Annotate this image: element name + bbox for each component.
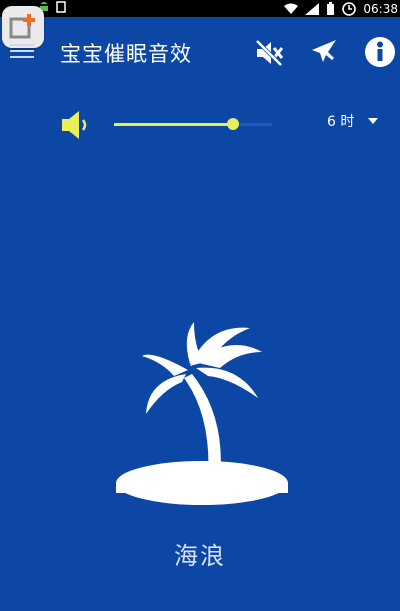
chevron-down-icon [368,118,379,124]
timer-dropdown[interactable]: 6 时 [327,111,379,131]
sim-icon [56,1,66,13]
signal-icon [305,2,320,15]
page-title: 宝宝催眠音效 [60,42,192,66]
floating-app-badge[interactable] [2,6,44,48]
scene-label: 海浪 [174,542,226,570]
menu-icon[interactable] [10,44,34,58]
window-add-icon [9,14,35,39]
status-bar: 06:38 [0,0,400,17]
palm-island-icon[interactable] [112,316,292,506]
timer-value: 6 时 [327,114,355,130]
battery-icon [327,1,335,15]
volume-slider-fill [114,123,233,126]
status-time: 06:38 [363,1,398,16]
alarm-icon [342,1,357,16]
mute-icon[interactable] [254,38,284,68]
status-right: 06:38 [284,0,398,17]
wifi-icon [284,3,299,14]
volume-icon [62,111,87,139]
info-icon[interactable] [364,36,396,68]
volume-slider-thumb[interactable] [227,118,239,130]
airplane-icon[interactable] [310,38,338,66]
